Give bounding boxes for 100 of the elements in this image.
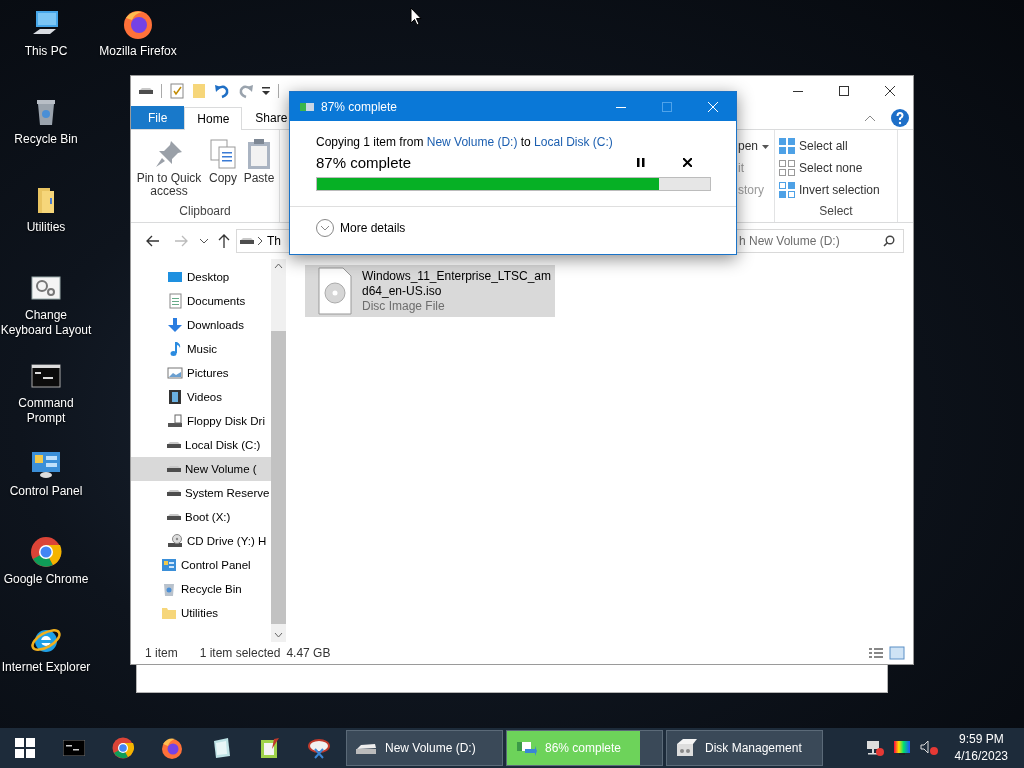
- invert-selection-icon: [779, 182, 795, 198]
- dropdown-caret-icon[interactable]: [262, 87, 270, 95]
- taskbar-button[interactable]: Disk Management: [666, 730, 823, 766]
- close-icon: [682, 157, 692, 167]
- close-icon: [708, 101, 718, 112]
- drive-icon: [167, 466, 181, 472]
- ribbon-button[interactable]: Paste: [243, 138, 275, 204]
- drive-icon: [355, 741, 377, 755]
- group-label: Select: [819, 204, 853, 220]
- chrome-icon[interactable]: [111, 737, 134, 759]
- firefox-icon: [122, 8, 154, 40]
- dropdown-caret-icon: [762, 144, 770, 149]
- pause-icon: [637, 157, 645, 167]
- drive-icon: [139, 88, 153, 94]
- scrollbar-thumb[interactable]: [271, 331, 286, 624]
- location-link[interactable]: Local Disk (C:): [534, 135, 613, 149]
- control-panel-icon: [161, 557, 177, 573]
- clock[interactable]: 9:59 PM 4/16/2023: [946, 731, 1016, 765]
- nav-item[interactable]: Boot (X:): [131, 505, 271, 529]
- drive-icon: [167, 490, 181, 496]
- help-icon[interactable]: [891, 108, 909, 127]
- ribbon-button[interactable]: Select none: [779, 160, 897, 176]
- ribbon-button[interactable]: Invert selection: [779, 182, 897, 198]
- nav-item[interactable]: Desktop: [131, 265, 271, 289]
- nav-item[interactable]: Music: [131, 337, 271, 361]
- desktop-shortcut[interactable]: Command Prompt: [0, 356, 92, 426]
- properties-icon[interactable]: [170, 83, 184, 99]
- network-tool-icon[interactable]: [306, 737, 331, 759]
- nav-item[interactable]: Documents: [131, 289, 271, 313]
- cd-drive-icon: [167, 533, 183, 549]
- nav-item[interactable]: New Volume (: [131, 457, 271, 481]
- close-icon: [885, 86, 895, 96]
- recent-caret-icon[interactable]: [200, 238, 208, 244]
- undo-icon[interactable]: [214, 83, 230, 99]
- status-text: 1 item selected: [199, 646, 281, 660]
- music-note-icon: [167, 341, 183, 357]
- location-link[interactable]: New Volume (D:): [426, 135, 518, 149]
- pin-icon: [153, 138, 185, 170]
- nav-item[interactable]: Local Disk (C:): [131, 433, 271, 457]
- picture-icon: [167, 365, 183, 381]
- nav-item[interactable]: Control Panel: [131, 553, 271, 577]
- firefox-icon[interactable]: [160, 737, 183, 759]
- drive-icon: [167, 514, 181, 520]
- desktop-shortcut[interactable]: Mozilla Firefox: [92, 4, 184, 59]
- details-view-icon[interactable]: [868, 646, 884, 660]
- window-title: 87% complete: [321, 99, 398, 114]
- desktop-shortcut[interactable]: Utilities: [0, 180, 92, 235]
- disk-management-icon: [675, 738, 697, 758]
- redo-icon[interactable]: [238, 83, 254, 99]
- terminal-icon[interactable]: [62, 740, 85, 756]
- floppy-drive-icon: [167, 413, 183, 429]
- start-icon[interactable]: [14, 738, 35, 758]
- speaker-muted-icon[interactable]: [918, 739, 939, 757]
- ribbon-button[interactable]: Pin to Quick access: [135, 138, 203, 204]
- taskbar-button[interactable]: New Volume (D:): [346, 730, 503, 766]
- display-color-icon[interactable]: [892, 740, 911, 756]
- editor-icon[interactable]: [259, 737, 280, 759]
- drive-icon: [240, 238, 254, 244]
- maximize-icon: [662, 101, 672, 112]
- copy-progress-icon: [515, 739, 537, 757]
- document-icon: [167, 293, 183, 309]
- nav-item[interactable]: Utilities: [131, 601, 271, 625]
- up-arrow-icon[interactable]: [218, 234, 230, 248]
- folder-icon: [161, 605, 177, 621]
- ribbon-tab[interactable]: File: [131, 106, 185, 129]
- nav-item[interactable]: System Reserve: [131, 481, 271, 505]
- desktop-shortcut[interactable]: Internet Explorer: [0, 620, 92, 675]
- chrome-icon: [30, 536, 62, 568]
- nav-item[interactable]: Videos: [131, 385, 271, 409]
- chevron-icon: [258, 237, 263, 245]
- maximize-icon: [839, 86, 849, 96]
- trash-bin-icon: [161, 581, 177, 597]
- nav-item[interactable]: Recycle Bin: [131, 577, 271, 601]
- search-icon: [883, 235, 895, 247]
- desktop-shortcut[interactable]: Control Panel: [0, 444, 92, 499]
- desktop-shortcut[interactable]: Google Chrome: [0, 532, 92, 587]
- nav-item[interactable]: Pictures: [131, 361, 271, 385]
- status-text: 4.47 GB: [286, 646, 331, 660]
- ribbon-button[interactable]: Copy: [207, 138, 239, 204]
- desktop-shortcut[interactable]: This PC: [0, 4, 92, 59]
- progress-status: 87% complete: [316, 153, 413, 171]
- copy-progress-icon: [299, 100, 315, 113]
- nav-item[interactable]: Floppy Disk Dri: [131, 409, 271, 433]
- ribbon-tab[interactable]: Home: [184, 107, 243, 130]
- nav-item[interactable]: CD Drive (Y:) H: [131, 529, 271, 553]
- back-icon[interactable]: [146, 235, 160, 247]
- network-error-icon[interactable]: [864, 739, 885, 757]
- ribbon-button[interactable]: pen: [738, 139, 774, 154]
- collapse-ribbon-icon[interactable]: [865, 114, 875, 121]
- desktop-shortcut[interactable]: Change Keyboard Layout: [0, 268, 92, 338]
- copy-icon: [207, 138, 239, 170]
- desktop-icon: [167, 269, 183, 285]
- file-item[interactable]: Windows_11_Enterprise_LTSC_amd64_en-US.iso Disc Image File: [305, 265, 555, 317]
- desktop-shortcut[interactable]: Recycle Bin: [0, 92, 92, 147]
- group-label: Clipboard: [179, 204, 231, 220]
- ribbon-button[interactable]: Select all: [779, 138, 897, 154]
- expand-chevron-icon: [316, 219, 334, 237]
- nav-item[interactable]: Downloads: [131, 313, 271, 337]
- download-arrow-icon: [167, 317, 183, 333]
- film-icon: [167, 389, 183, 405]
